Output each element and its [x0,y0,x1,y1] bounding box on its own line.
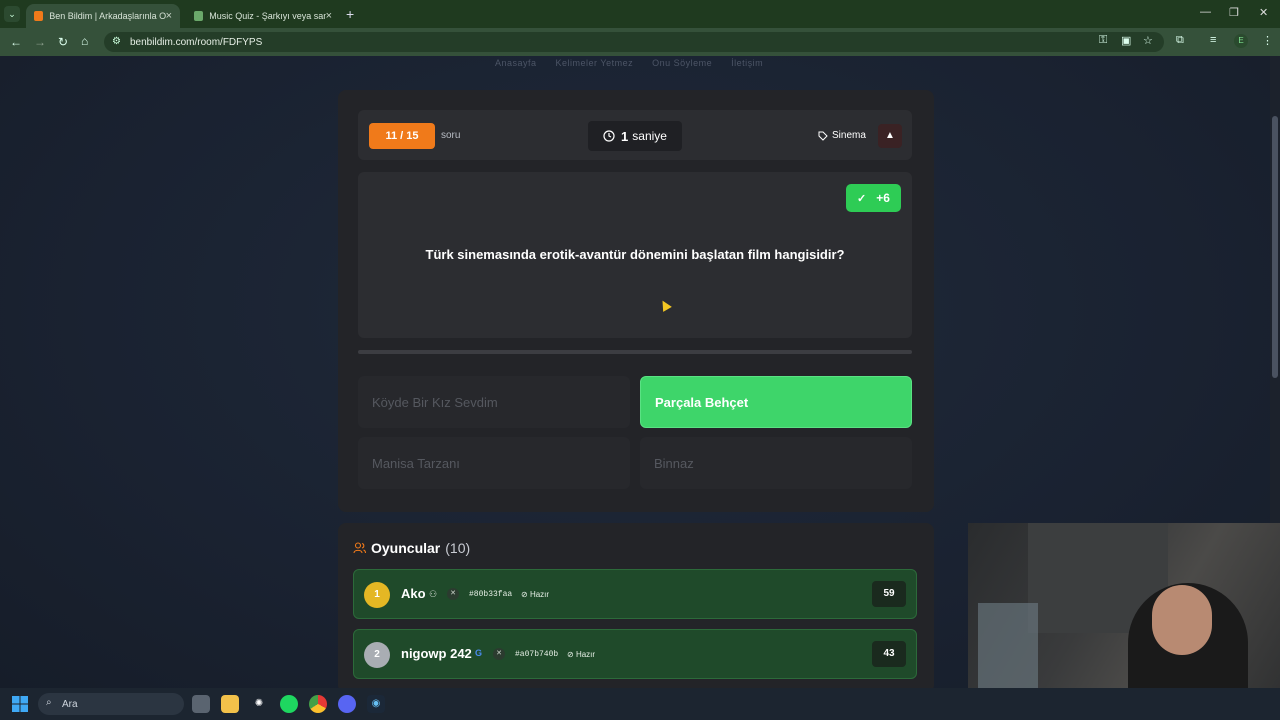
answer-option-2-correct[interactable]: Parçala Behçet [640,376,912,428]
restore-icon[interactable]: ❐ [1229,6,1239,19]
players-count: (10) [445,540,471,556]
windows-start-icon[interactable] [12,696,28,712]
timer: 1 saniye [588,121,682,151]
player-id: #a07b740b [515,650,559,659]
player-rank: 2 [364,642,390,668]
category-label: Sinema [832,130,866,141]
report-warning-icon[interactable]: ▲ [878,124,902,148]
spotify-icon[interactable] [280,695,298,713]
site-nav: Anasayfa Kelimeler Yetmez Onu Söyleme İl… [495,58,779,68]
question-counter: 11 / 15 [369,123,435,149]
points-badge: ✓ +6 [846,184,901,212]
site-info-icon[interactable]: ⚙ [112,36,121,47]
player-rank: 1 [364,582,390,608]
site-favicon-icon [194,11,204,21]
address-bar[interactable]: ⚙ benbildim.com/room/FDFYPS [104,32,1164,52]
kick-user-icon[interactable]: ✕ [447,588,459,600]
tab-ben-bildim[interactable]: Ben Bildim | Arkadaşlarınla Onli × [26,4,180,28]
forward-icon[interactable]: → [34,35,46,49]
taskbar: ⌕ Ara ✺ ◉ [0,688,1280,720]
player-row: 1 Ako ⚇ ✕ #80b33faa ⊘ Hazır 59 [353,569,917,619]
points-value: +6 [876,191,890,205]
player-row: 2 nigowp 242 G ✕ #a07b740b ⊘ Hazır 43 [353,629,917,679]
file-explorer-icon[interactable] [221,695,239,713]
taskbar-search[interactable]: ⌕ Ara [38,693,184,715]
user-icon: ⚇ [429,589,438,599]
profile-avatar[interactable]: E [1234,34,1248,48]
minimize-icon[interactable]: — [1200,6,1211,18]
discord-icon[interactable] [338,695,356,713]
nav-home-link[interactable]: Anasayfa [495,58,537,68]
timer-unit: saniye [632,129,667,143]
password-key-icon[interactable]: ⚿ [1099,34,1107,47]
search-icon: ⌕ [46,697,52,708]
tab-search-button[interactable]: ⌄ [4,6,20,22]
tag-icon [818,131,828,141]
tab-title: Ben Bildim | Arkadaşlarınla Onli [49,11,166,21]
answer-option-4[interactable]: Binnaz [640,437,912,489]
new-tab-button[interactable]: + [346,6,354,22]
back-icon[interactable]: ← [10,35,22,49]
ready-status: ⊘ Hazır [521,590,550,599]
media-control-icon[interactable]: ≡ [1210,34,1216,46]
more-menu-icon[interactable]: ⋮ [1262,34,1273,47]
nav-kelimeler-link[interactable]: Kelimeler Yetmez [556,58,634,68]
player-name: nigowp 242 [401,646,472,661]
close-window-icon[interactable]: ✕ [1259,6,1268,19]
answer-option-1[interactable]: Köyde Bir Kız Sevdim [358,376,630,428]
url-text: benbildim.com/room/FDFYPS [130,36,263,48]
check-icon: ✓ [857,192,867,205]
users-icon [353,542,366,554]
reload-icon[interactable]: ↻ [58,35,68,49]
clock-icon [603,130,615,142]
close-tab-icon[interactable]: × [166,10,172,22]
category-tag: Sinema [818,130,866,141]
install-app-icon[interactable]: ▣ [1121,34,1131,47]
bookmark-star-icon[interactable]: ☆ [1143,34,1153,47]
timer-value: 1 [621,128,629,144]
chatgpt-icon[interactable]: ✺ [250,695,268,713]
close-tab-icon[interactable]: × [326,10,332,22]
time-progress-bar [358,350,912,354]
player-score: 43 [872,641,906,667]
player-score: 59 [872,581,906,607]
ready-status-text: Hazır [529,590,550,599]
answer-option-3[interactable]: Manisa Tarzanı [358,437,630,489]
ready-status-text: Hazır [575,650,596,659]
taskbar-search-label: Ara [62,698,78,710]
player-id: #80b33faa [469,590,513,599]
ready-status: ⊘ Hazır [567,650,596,659]
player-name: Ako [401,586,426,601]
players-title: Oyuncular (10) [353,540,470,556]
extensions-icon[interactable]: ⧉ [1176,34,1184,47]
players-title-text: Oyuncular [371,540,441,556]
steam-icon[interactable]: ◉ [367,695,385,713]
kick-user-icon[interactable]: ✕ [493,648,505,660]
home-icon[interactable]: ⌂ [81,34,88,48]
scrollbar-thumb[interactable] [1272,116,1278,378]
site-favicon-icon [34,11,44,21]
question-text: Türk sinemasında erotik-avantür dönemini… [425,247,845,262]
google-icon: G [475,648,483,658]
tab-music-quiz[interactable]: Music Quiz - Şarkıyı veya sanat × [186,4,340,28]
nav-iletisim-link[interactable]: İletişim [731,58,763,68]
tab-title: Music Quiz - Şarkıyı veya sanat [209,11,326,21]
question-counter-label: soru [441,130,461,141]
chrome-icon[interactable] [309,695,327,713]
task-view-icon[interactable] [192,695,210,713]
nav-onu-soyleme-link[interactable]: Onu Söyleme [652,58,712,68]
webcam-face [1152,585,1212,655]
